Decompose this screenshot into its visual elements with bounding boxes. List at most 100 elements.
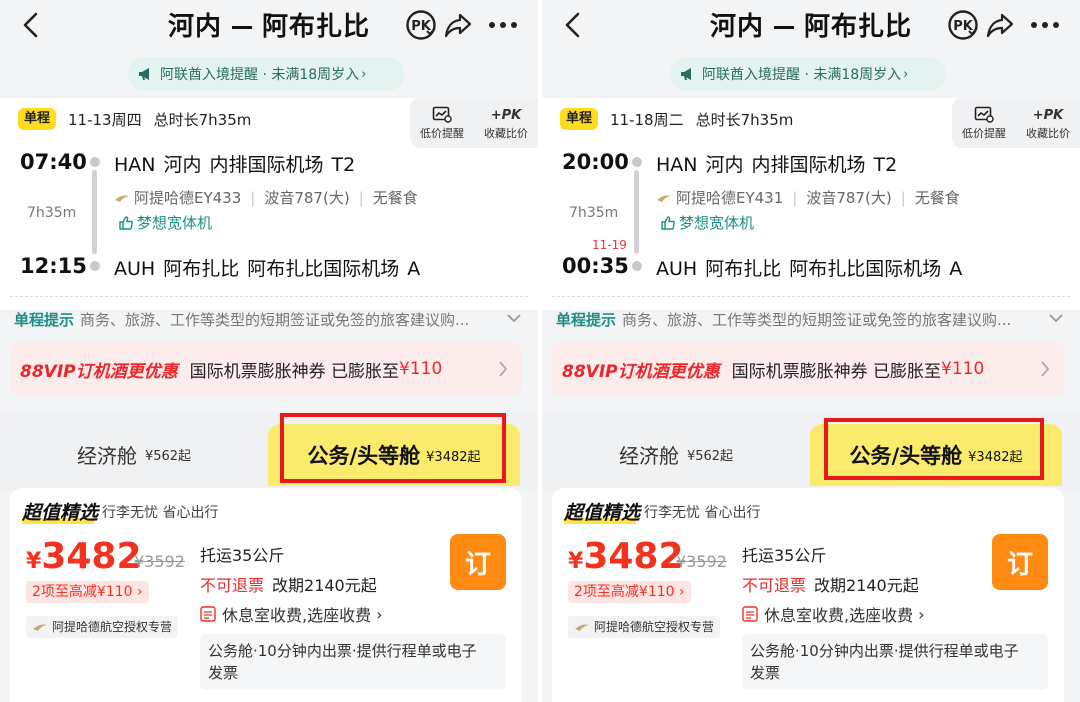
thumbs-up-icon	[119, 215, 133, 230]
flight-card: 单程 11-18周二 总时长7h35m 低价提醒 +PK 收藏比价 20:00 7…	[542, 98, 1080, 310]
offer-subtitle: 行李无忧 省心出行	[102, 505, 219, 521]
flight-number: 阿提哈德EY433	[134, 189, 242, 207]
depart-airport-name: 内排国际机场	[751, 154, 866, 176]
aircraft-type: 波音787(大)	[264, 189, 350, 207]
screenshot: 河内 阿布扎比 PK 阿联酋入境提醒 · 未满18周岁入 › 单程 11-13周四…	[0, 0, 1080, 702]
original-price: ¥3592	[134, 552, 185, 571]
refund-policy: 不可退票 改期2140元起	[200, 572, 377, 596]
price-alert-icon	[974, 106, 994, 123]
arrive-airport-name: 阿布扎比国际机场	[789, 258, 942, 280]
flight-date: 11-13周四	[68, 111, 142, 129]
more-icon[interactable]	[486, 12, 520, 38]
one-way-tag: 单程	[18, 108, 57, 130]
airline-logo-icon	[575, 624, 589, 631]
book-button[interactable]: 订	[992, 534, 1048, 590]
chevron-down-icon	[507, 314, 521, 323]
agent-text: 阿提哈德航空授权专营	[594, 620, 715, 634]
vip-amount: ¥110	[941, 359, 985, 379]
book-button[interactable]: 订	[450, 534, 506, 590]
airline-logo-icon	[33, 624, 47, 631]
lounge-info[interactable]: 休息室收费,选座收费 ›	[742, 602, 925, 626]
timeline-line	[92, 170, 97, 254]
discount-tag[interactable]: 2项至高减¥110 ›	[26, 581, 149, 603]
price-value: 3482	[583, 536, 684, 577]
vip-text: 国际机票膨胀神券 已膨胀至	[731, 361, 942, 382]
tab-economy[interactable]: 经济舱 ¥562起	[0, 422, 268, 486]
agent-badge: 阿提哈德航空授权专营	[26, 616, 179, 638]
timeline-dot-arrive	[90, 261, 100, 271]
more-icon[interactable]	[1028, 12, 1062, 38]
notice-text: 阿联酋入境提醒 · 未满18周岁入	[702, 67, 902, 83]
offer-title: 超值精选	[564, 502, 641, 524]
price-alert-label: 低价提醒	[420, 127, 464, 140]
offer-price: ¥3482	[568, 536, 684, 577]
pk-compare-icon[interactable]: PK	[405, 9, 437, 41]
flight-detail-panel-right: 河内 阿布扎比 PK 阿联酋入境提醒 · 未满18周岁入 › 单程 11-18周二…	[542, 0, 1080, 702]
chevron-right-icon	[499, 361, 508, 377]
vip-text: 国际机票膨胀神券 已膨胀至	[189, 361, 400, 382]
timeline-line	[634, 170, 639, 254]
airline-logo-icon	[657, 195, 671, 202]
pk-compare-icon[interactable]: PK	[947, 9, 979, 41]
price-alert-button[interactable]: 低价提醒	[952, 98, 1016, 148]
price-alert-button[interactable]: 低价提醒	[410, 98, 474, 148]
pk-collect-label: 收藏比价	[484, 127, 528, 140]
pk-collect-label: 收藏比价	[1026, 127, 1070, 140]
baggage-allowance: 托运35公斤	[200, 546, 285, 565]
discount-tag[interactable]: 2项至高减¥110 ›	[568, 581, 691, 603]
baggage-allowance: 托运35公斤	[742, 546, 827, 565]
highlight-box	[280, 413, 506, 483]
pk-collect-button[interactable]: +PK 收藏比价	[1016, 98, 1080, 148]
vip-promo-banner[interactable]: 88VIP订机酒更优惠 国际机票膨胀神券 已膨胀至 ¥110	[10, 342, 522, 396]
service-line-1: 公务舱·10分钟内出票·提供行程单或电子	[208, 642, 477, 660]
chevron-right-icon: ›	[361, 66, 367, 82]
lounge-text: 休息室收费,选座收费	[222, 606, 372, 625]
flight-date: 11-18周二	[610, 111, 684, 129]
tip-label: 单程提示	[14, 311, 75, 329]
one-way-tag: 单程	[560, 108, 599, 130]
arrive-airport: AUH 阿布扎比 阿布扎比国际机场 A	[114, 254, 428, 281]
offer-card: 超值精选 行李无忧 省心出行 ¥3482 ¥3592 2项至高减¥110 › 阿…	[10, 488, 522, 702]
entry-notice-banner[interactable]: 阿联酋入境提醒 · 未满18周岁入 ›	[128, 57, 404, 91]
date-line: 11-13周四 总时长7h35m	[68, 109, 263, 130]
total-duration: 总时长7h35m	[695, 111, 794, 129]
lounge-info[interactable]: 休息室收费,选座收费 ›	[200, 602, 383, 626]
one-way-tip[interactable]: 单程提示 商务、旅游、工作等类型的短期签证或免签的旅客建议购...	[556, 309, 1064, 330]
airline-logo-icon	[115, 195, 129, 202]
original-price: ¥3592	[676, 552, 727, 571]
offer-card: 超值精选 行李无忧 省心出行 ¥3482 ¥3592 2项至高减¥110 › 阿…	[552, 488, 1064, 702]
arrive-airport-name: 阿布扎比国际机场	[247, 258, 400, 280]
discount-text: 2项至高减¥110	[574, 584, 675, 600]
tab-economy[interactable]: 经济舱 ¥562起	[542, 422, 810, 486]
flight-number: 阿提哈德EY431	[676, 189, 784, 207]
tip-text: 商务、旅游、工作等类型的短期签证或免签的旅客建议购...	[80, 311, 470, 329]
date-line: 11-18周二 总时长7h35m	[610, 109, 805, 130]
flight-detail-panel-left: 河内 阿布扎比 PK 阿联酋入境提醒 · 未满18周岁入 › 单程 11-13周四…	[0, 0, 538, 702]
arrive-time: 12:15	[20, 254, 87, 278]
one-way-tip[interactable]: 单程提示 商务、旅游、工作等类型的短期签证或免签的旅客建议购...	[14, 309, 522, 330]
pk-collect-button[interactable]: +PK 收藏比价	[474, 98, 538, 148]
flight-info: 阿提哈德EY433 | 波音787(大) | 无餐食	[114, 187, 418, 208]
aircraft-type: 波音787(大)	[806, 189, 892, 207]
vip-promo-banner[interactable]: 88VIP订机酒更优惠 国际机票膨胀神券 已膨胀至 ¥110	[552, 342, 1064, 396]
service-line-2: 发票	[208, 664, 239, 682]
flight-card: 单程 11-13周四 总时长7h35m 低价提醒 +PK 收藏比价 07:40 7…	[0, 98, 538, 310]
share-icon[interactable]	[985, 10, 1015, 40]
share-icon[interactable]	[443, 10, 473, 40]
vip-label: 88VIP订机酒更优惠	[20, 361, 178, 382]
entry-notice-banner[interactable]: 阿联酋入境提醒 · 未满18周岁入 ›	[670, 57, 946, 91]
route-dash	[774, 26, 794, 29]
total-duration: 总时长7h35m	[153, 111, 252, 129]
agent-text: 阿提哈德航空授权专营	[52, 620, 173, 634]
lounge-icon	[200, 606, 216, 622]
flight-duration: 7h35m	[27, 205, 77, 221]
header: 河内 阿布扎比 PK	[542, 0, 1080, 50]
card-tools: 低价提醒 +PK 收藏比价	[952, 98, 1080, 148]
no-refund: 不可退票	[200, 576, 265, 595]
chevron-down-icon	[1049, 314, 1063, 323]
route-dash	[232, 26, 252, 29]
depart-code: HAN	[114, 154, 156, 176]
offer-price: ¥3482	[26, 536, 142, 577]
economy-price: ¥562起	[144, 448, 192, 464]
depart-city: 河内	[705, 154, 744, 176]
